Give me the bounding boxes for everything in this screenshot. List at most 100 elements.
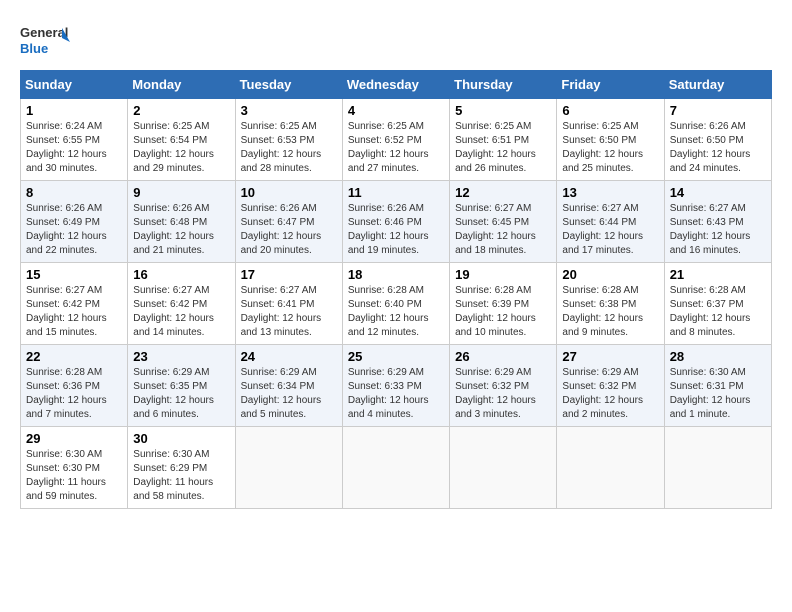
day-number: 24: [241, 349, 337, 364]
logo: General Blue: [20, 20, 70, 60]
day-number: 15: [26, 267, 122, 282]
day-info: Sunrise: 6:29 AM Sunset: 6:32 PM Dayligh…: [562, 366, 658, 422]
calendar-cell: [342, 427, 449, 509]
day-info: Sunrise: 6:25 AM Sunset: 6:53 PM Dayligh…: [241, 120, 337, 176]
day-number: 20: [562, 267, 658, 282]
day-info: Sunrise: 6:28 AM Sunset: 6:38 PM Dayligh…: [562, 284, 658, 340]
day-info: Sunrise: 6:25 AM Sunset: 6:50 PM Dayligh…: [562, 120, 658, 176]
calendar-cell: 27 Sunrise: 6:29 AM Sunset: 6:32 PM Dayl…: [557, 345, 664, 427]
day-info: Sunrise: 6:28 AM Sunset: 6:37 PM Dayligh…: [670, 284, 766, 340]
calendar-cell: 16 Sunrise: 6:27 AM Sunset: 6:42 PM Dayl…: [128, 263, 235, 345]
day-number: 27: [562, 349, 658, 364]
day-number: 3: [241, 103, 337, 118]
calendar-cell: 19 Sunrise: 6:28 AM Sunset: 6:39 PM Dayl…: [450, 263, 557, 345]
day-number: 11: [348, 185, 444, 200]
day-info: Sunrise: 6:24 AM Sunset: 6:55 PM Dayligh…: [26, 120, 122, 176]
calendar-cell: 12 Sunrise: 6:27 AM Sunset: 6:45 PM Dayl…: [450, 181, 557, 263]
day-info: Sunrise: 6:25 AM Sunset: 6:51 PM Dayligh…: [455, 120, 551, 176]
svg-text:General: General: [20, 25, 68, 40]
header-wednesday: Wednesday: [342, 71, 449, 99]
day-number: 13: [562, 185, 658, 200]
header-friday: Friday: [557, 71, 664, 99]
day-info: Sunrise: 6:25 AM Sunset: 6:54 PM Dayligh…: [133, 120, 229, 176]
day-info: Sunrise: 6:30 AM Sunset: 6:31 PM Dayligh…: [670, 366, 766, 422]
calendar-cell: 15 Sunrise: 6:27 AM Sunset: 6:42 PM Dayl…: [21, 263, 128, 345]
day-number: 23: [133, 349, 229, 364]
calendar-cell: 5 Sunrise: 6:25 AM Sunset: 6:51 PM Dayli…: [450, 99, 557, 181]
day-number: 26: [455, 349, 551, 364]
header-monday: Monday: [128, 71, 235, 99]
day-info: Sunrise: 6:26 AM Sunset: 6:47 PM Dayligh…: [241, 202, 337, 258]
logo-svg: General Blue: [20, 20, 70, 60]
calendar-cell: 8 Sunrise: 6:26 AM Sunset: 6:49 PM Dayli…: [21, 181, 128, 263]
day-number: 28: [670, 349, 766, 364]
day-info: Sunrise: 6:26 AM Sunset: 6:48 PM Dayligh…: [133, 202, 229, 258]
page-header: General Blue: [20, 20, 772, 60]
header-sunday: Sunday: [21, 71, 128, 99]
calendar-cell: 18 Sunrise: 6:28 AM Sunset: 6:40 PM Dayl…: [342, 263, 449, 345]
day-info: Sunrise: 6:27 AM Sunset: 6:43 PM Dayligh…: [670, 202, 766, 258]
calendar-cell: 4 Sunrise: 6:25 AM Sunset: 6:52 PM Dayli…: [342, 99, 449, 181]
header-thursday: Thursday: [450, 71, 557, 99]
calendar-cell: [664, 427, 771, 509]
calendar-cell: [450, 427, 557, 509]
day-number: 5: [455, 103, 551, 118]
day-number: 29: [26, 431, 122, 446]
calendar-cell: 10 Sunrise: 6:26 AM Sunset: 6:47 PM Dayl…: [235, 181, 342, 263]
calendar-cell: 23 Sunrise: 6:29 AM Sunset: 6:35 PM Dayl…: [128, 345, 235, 427]
day-number: 22: [26, 349, 122, 364]
day-number: 12: [455, 185, 551, 200]
calendar-week-row: 15 Sunrise: 6:27 AM Sunset: 6:42 PM Dayl…: [21, 263, 772, 345]
day-info: Sunrise: 6:28 AM Sunset: 6:40 PM Dayligh…: [348, 284, 444, 340]
day-info: Sunrise: 6:29 AM Sunset: 6:34 PM Dayligh…: [241, 366, 337, 422]
calendar-table: SundayMondayTuesdayWednesdayThursdayFrid…: [20, 70, 772, 509]
calendar-cell: 7 Sunrise: 6:26 AM Sunset: 6:50 PM Dayli…: [664, 99, 771, 181]
day-number: 7: [670, 103, 766, 118]
day-number: 2: [133, 103, 229, 118]
calendar-cell: 24 Sunrise: 6:29 AM Sunset: 6:34 PM Dayl…: [235, 345, 342, 427]
calendar-cell: 11 Sunrise: 6:26 AM Sunset: 6:46 PM Dayl…: [342, 181, 449, 263]
day-info: Sunrise: 6:29 AM Sunset: 6:35 PM Dayligh…: [133, 366, 229, 422]
day-number: 16: [133, 267, 229, 282]
day-info: Sunrise: 6:26 AM Sunset: 6:46 PM Dayligh…: [348, 202, 444, 258]
calendar-cell: 13 Sunrise: 6:27 AM Sunset: 6:44 PM Dayl…: [557, 181, 664, 263]
day-info: Sunrise: 6:27 AM Sunset: 6:42 PM Dayligh…: [133, 284, 229, 340]
calendar-week-row: 29 Sunrise: 6:30 AM Sunset: 6:30 PM Dayl…: [21, 427, 772, 509]
calendar-cell: 17 Sunrise: 6:27 AM Sunset: 6:41 PM Dayl…: [235, 263, 342, 345]
day-info: Sunrise: 6:26 AM Sunset: 6:50 PM Dayligh…: [670, 120, 766, 176]
day-number: 18: [348, 267, 444, 282]
calendar-cell: 2 Sunrise: 6:25 AM Sunset: 6:54 PM Dayli…: [128, 99, 235, 181]
day-number: 9: [133, 185, 229, 200]
day-number: 8: [26, 185, 122, 200]
calendar-cell: 22 Sunrise: 6:28 AM Sunset: 6:36 PM Dayl…: [21, 345, 128, 427]
calendar-cell: 9 Sunrise: 6:26 AM Sunset: 6:48 PM Dayli…: [128, 181, 235, 263]
calendar-cell: 3 Sunrise: 6:25 AM Sunset: 6:53 PM Dayli…: [235, 99, 342, 181]
calendar-cell: [235, 427, 342, 509]
day-info: Sunrise: 6:27 AM Sunset: 6:45 PM Dayligh…: [455, 202, 551, 258]
calendar-cell: [557, 427, 664, 509]
day-number: 1: [26, 103, 122, 118]
day-info: Sunrise: 6:25 AM Sunset: 6:52 PM Dayligh…: [348, 120, 444, 176]
day-info: Sunrise: 6:27 AM Sunset: 6:42 PM Dayligh…: [26, 284, 122, 340]
calendar-week-row: 8 Sunrise: 6:26 AM Sunset: 6:49 PM Dayli…: [21, 181, 772, 263]
header-saturday: Saturday: [664, 71, 771, 99]
day-info: Sunrise: 6:28 AM Sunset: 6:36 PM Dayligh…: [26, 366, 122, 422]
day-number: 6: [562, 103, 658, 118]
day-number: 4: [348, 103, 444, 118]
day-number: 19: [455, 267, 551, 282]
day-info: Sunrise: 6:27 AM Sunset: 6:41 PM Dayligh…: [241, 284, 337, 340]
day-info: Sunrise: 6:30 AM Sunset: 6:29 PM Dayligh…: [133, 448, 229, 504]
day-info: Sunrise: 6:28 AM Sunset: 6:39 PM Dayligh…: [455, 284, 551, 340]
day-number: 10: [241, 185, 337, 200]
day-number: 14: [670, 185, 766, 200]
calendar-cell: 20 Sunrise: 6:28 AM Sunset: 6:38 PM Dayl…: [557, 263, 664, 345]
day-info: Sunrise: 6:26 AM Sunset: 6:49 PM Dayligh…: [26, 202, 122, 258]
day-number: 17: [241, 267, 337, 282]
calendar-cell: 26 Sunrise: 6:29 AM Sunset: 6:32 PM Dayl…: [450, 345, 557, 427]
day-number: 25: [348, 349, 444, 364]
calendar-header-row: SundayMondayTuesdayWednesdayThursdayFrid…: [21, 71, 772, 99]
day-number: 30: [133, 431, 229, 446]
calendar-cell: 29 Sunrise: 6:30 AM Sunset: 6:30 PM Dayl…: [21, 427, 128, 509]
calendar-week-row: 22 Sunrise: 6:28 AM Sunset: 6:36 PM Dayl…: [21, 345, 772, 427]
day-number: 21: [670, 267, 766, 282]
